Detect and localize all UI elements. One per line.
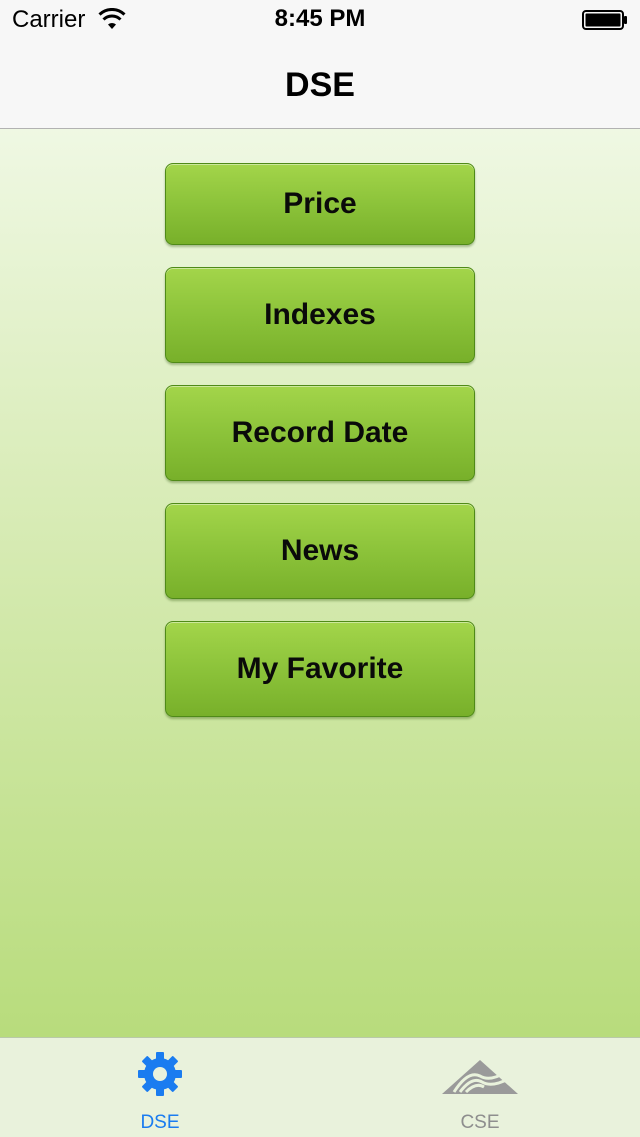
status-bar: Carrier 8:45 PM xyxy=(0,0,640,40)
gear-icon xyxy=(138,1052,182,1096)
page-title: DSE xyxy=(285,66,355,104)
news-button[interactable]: News xyxy=(165,503,475,599)
cse-logo-icon xyxy=(442,1060,518,1094)
tab-cse-label: CSE xyxy=(460,1112,500,1133)
tab-cse[interactable]: CSE xyxy=(320,1038,640,1137)
indexes-button[interactable]: Indexes xyxy=(165,267,475,363)
navigation-bar: DSE xyxy=(0,40,640,129)
status-time: 8:45 PM xyxy=(274,5,366,32)
tab-dse[interactable]: DSE xyxy=(0,1038,320,1137)
price-button[interactable]: Price xyxy=(165,163,475,245)
record-date-button[interactable]: Record Date xyxy=(165,385,475,481)
tab-bar: DSE CSE xyxy=(0,1037,640,1137)
tab-dse-label: DSE xyxy=(140,1112,180,1133)
battery-icon xyxy=(582,10,627,30)
my-favorite-button[interactable]: My Favorite xyxy=(165,621,475,717)
main-content: Price Indexes Record Date News My Favori… xyxy=(0,129,640,1037)
